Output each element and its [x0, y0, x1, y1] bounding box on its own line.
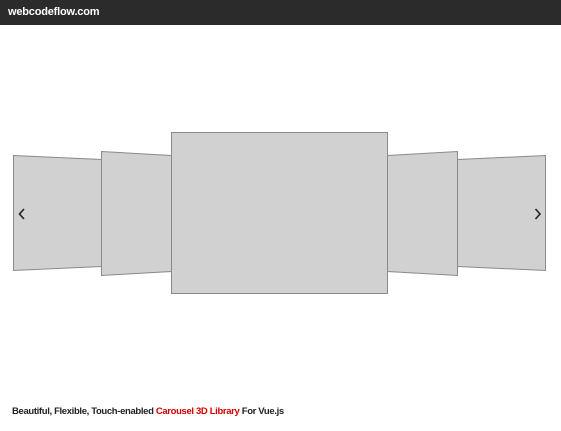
caption-highlight: Carousel 3D Library: [155, 406, 240, 417]
brand-title[interactable]: webcodeflow.com: [8, 6, 100, 18]
slide-current[interactable]: [171, 132, 388, 294]
carousel-prev-button[interactable]: [15, 201, 29, 227]
carousel-slides: [13, 132, 546, 294]
carousel-3d: [0, 25, 561, 405]
caption-prefix: Beautiful, Flexible, Touch-enabled: [12, 406, 156, 417]
chevron-right-icon: [534, 208, 542, 220]
page-caption: Beautiful, Flexible, Touch-enabled Carou…: [12, 406, 284, 417]
top-bar: webcodeflow.com: [0, 0, 561, 25]
slide-left[interactable]: [101, 150, 172, 277]
chevron-left-icon: [18, 208, 25, 220]
slide-right[interactable]: [387, 150, 458, 277]
caption-suffix: For Vue.js: [239, 406, 284, 417]
carousel-next-button[interactable]: [531, 201, 545, 227]
